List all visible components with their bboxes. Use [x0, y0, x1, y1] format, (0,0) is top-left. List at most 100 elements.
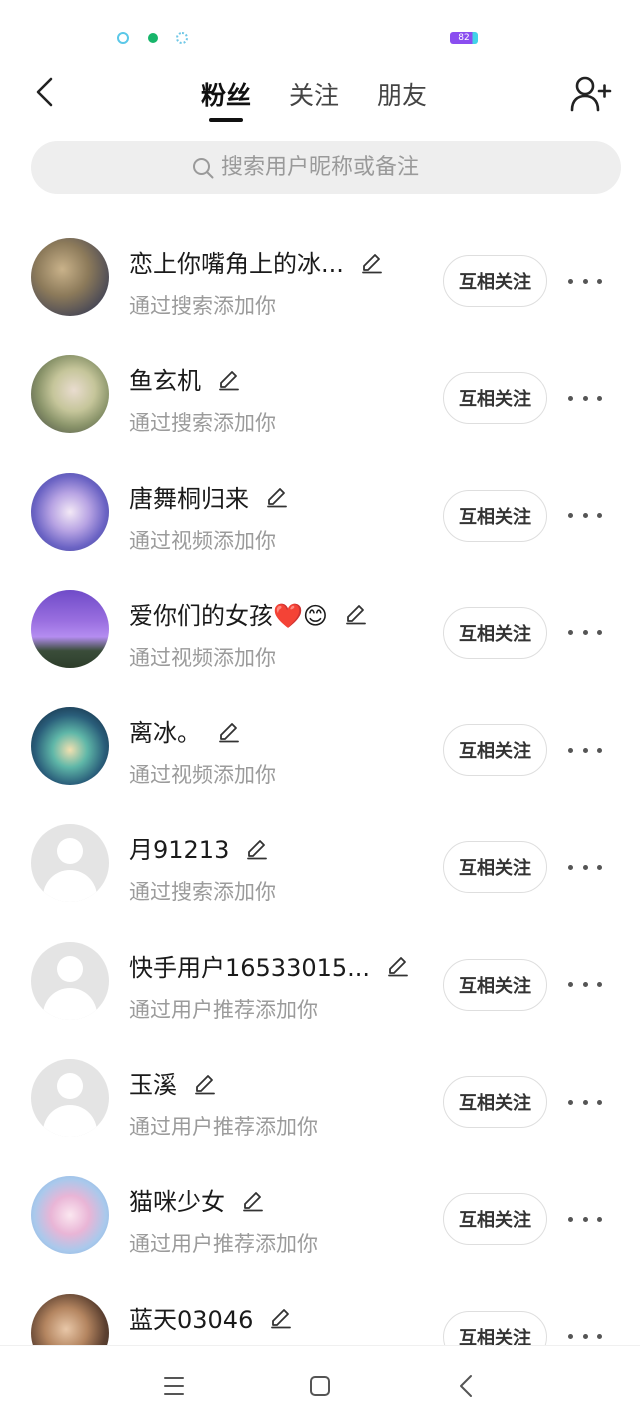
list-item[interactable]: 月91213 通过搜索添加你 互相关注 — [0, 806, 640, 923]
battery-icon: 82 — [450, 32, 478, 44]
more-icon — [568, 1334, 573, 1340]
user-name[interactable]: 爱你们的女孩❤️😊 — [129, 596, 328, 631]
edit-icon[interactable] — [193, 1071, 217, 1095]
more-button[interactable] — [568, 501, 602, 531]
edit-icon[interactable] — [217, 367, 241, 391]
more-icon — [568, 395, 573, 401]
status-app-icon — [117, 32, 129, 44]
user-name[interactable]: 月91213 — [129, 830, 229, 865]
more-button[interactable] — [568, 970, 602, 1000]
more-button[interactable] — [568, 618, 602, 648]
search-icon — [193, 157, 214, 178]
user-name[interactable]: 唐舞桐归来 — [129, 479, 249, 514]
user-name[interactable]: 猫咪少女 — [129, 1182, 225, 1217]
avatar[interactable] — [31, 355, 109, 434]
tab-fans[interactable]: 粉丝 — [201, 62, 251, 126]
tab-label: 关注 — [288, 81, 339, 110]
user-name[interactable]: 快手用户16533015... — [129, 948, 370, 983]
list-item[interactable]: 鱼玄机 通过搜索添加你 互相关注 — [0, 337, 640, 454]
edit-icon[interactable] — [269, 1305, 293, 1329]
list-item[interactable]: 玉溪 通过用户推荐添加你 互相关注 — [0, 1041, 640, 1158]
mutual-follow-button[interactable]: 互相关注 — [443, 489, 547, 542]
edit-icon[interactable] — [344, 601, 368, 625]
avatar[interactable] — [31, 472, 109, 551]
follow-source: 通过搜索添加你 — [129, 880, 276, 905]
edit-icon[interactable] — [265, 484, 289, 508]
mutual-follow-button[interactable]: 互相关注 — [443, 1193, 547, 1246]
search-bar[interactable] — [31, 141, 621, 194]
tab-bar: 粉丝 关注 朋友 — [0, 62, 640, 126]
more-button[interactable] — [568, 266, 602, 296]
mutual-follow-button[interactable]: 互相关注 — [443, 255, 547, 307]
follow-source: 通过视频添加你 — [129, 645, 276, 670]
edit-icon[interactable] — [386, 953, 410, 977]
tab-label: 粉丝 — [200, 81, 251, 110]
follow-source: 通过用户推荐添加你 — [129, 1115, 318, 1140]
more-button[interactable] — [568, 1322, 602, 1345]
menu-icon[interactable] — [156, 1368, 192, 1404]
list-item[interactable]: 快手用户16533015... 通过用户推荐添加你 互相关注 — [0, 924, 640, 1041]
home-icon[interactable] — [302, 1368, 338, 1404]
mutual-follow-button[interactable]: 互相关注 — [443, 1076, 547, 1129]
status-chat-icon — [148, 33, 158, 43]
mutual-follow-button[interactable]: 互相关注 — [443, 1310, 547, 1345]
follow-source: 通过用户推荐添加你 — [129, 997, 318, 1022]
system-nav-bar — [0, 1345, 640, 1422]
follow-source: 通过视频添加你 — [129, 528, 276, 553]
status-bar: 82 — [0, 0, 640, 70]
user-name[interactable]: 离冰。 — [129, 713, 201, 748]
user-name[interactable]: 蓝天03046 — [129, 1300, 253, 1335]
follow-source: 通过用户推荐添加你 — [129, 1232, 318, 1257]
more-icon — [568, 278, 573, 284]
avatar[interactable] — [31, 1059, 109, 1138]
tab-friends[interactable]: 朋友 — [377, 62, 427, 126]
user-name[interactable]: 恋上你嘴角上的冰... — [129, 244, 344, 279]
more-icon — [568, 864, 573, 870]
more-button[interactable] — [568, 852, 602, 882]
avatar[interactable] — [31, 238, 109, 316]
avatar[interactable] — [31, 941, 109, 1020]
user-name[interactable]: 玉溪 — [129, 1065, 177, 1100]
list-item[interactable]: 猫咪少女 通过用户推荐添加你 互相关注 — [0, 1158, 640, 1275]
edit-icon[interactable] — [245, 836, 269, 860]
more-button[interactable] — [568, 735, 602, 765]
avatar[interactable] — [31, 707, 109, 786]
edit-icon[interactable] — [360, 250, 384, 274]
list-item[interactable]: 蓝天03046 互相关注 — [0, 1276, 640, 1345]
list-item[interactable]: 恋上你嘴角上的冰... 通过搜索添加你 互相关注 — [0, 220, 640, 337]
status-signal-icon — [176, 32, 188, 44]
edit-icon[interactable] — [217, 719, 241, 743]
avatar[interactable] — [31, 1293, 109, 1345]
more-icon — [568, 513, 573, 519]
more-icon — [568, 1216, 573, 1222]
more-icon — [568, 982, 573, 988]
header: 粉丝 关注 朋友 — [0, 62, 640, 126]
more-button[interactable] — [568, 1204, 602, 1234]
nav-back-icon[interactable] — [449, 1368, 485, 1404]
mutual-follow-button[interactable]: 互相关注 — [443, 606, 547, 659]
search-input[interactable] — [221, 155, 461, 180]
add-user-button[interactable] — [570, 74, 612, 114]
avatar[interactable] — [31, 824, 109, 903]
list-item[interactable]: 爱你们的女孩❤️😊 通过视频添加你 互相关注 — [0, 572, 640, 689]
more-icon — [568, 747, 573, 753]
avatar[interactable] — [31, 589, 109, 668]
follow-source: 通过视频添加你 — [129, 763, 276, 788]
mutual-follow-button[interactable]: 互相关注 — [443, 841, 547, 894]
mutual-follow-button[interactable]: 互相关注 — [443, 372, 547, 425]
tab-following[interactable]: 关注 — [289, 62, 339, 126]
tab-label: 朋友 — [377, 81, 428, 110]
mutual-follow-button[interactable]: 互相关注 — [443, 724, 547, 777]
mutual-follow-button[interactable]: 互相关注 — [443, 958, 547, 1011]
more-button[interactable] — [568, 1087, 602, 1117]
fans-list: 恋上你嘴角上的冰... 通过搜索添加你 互相关注 鱼玄机 通过搜索添加你 互相关… — [0, 220, 640, 1345]
list-item[interactable]: 唐舞桐归来 通过视频添加你 互相关注 — [0, 455, 640, 572]
more-button[interactable] — [568, 383, 602, 413]
list-item[interactable]: 离冰。 通过视频添加你 互相关注 — [0, 689, 640, 806]
user-name[interactable]: 鱼玄机 — [129, 361, 201, 396]
follow-source: 通过搜索添加你 — [129, 411, 276, 436]
more-icon — [568, 630, 573, 636]
avatar[interactable] — [31, 1176, 109, 1255]
more-icon — [568, 1099, 573, 1105]
edit-icon[interactable] — [241, 1188, 265, 1212]
